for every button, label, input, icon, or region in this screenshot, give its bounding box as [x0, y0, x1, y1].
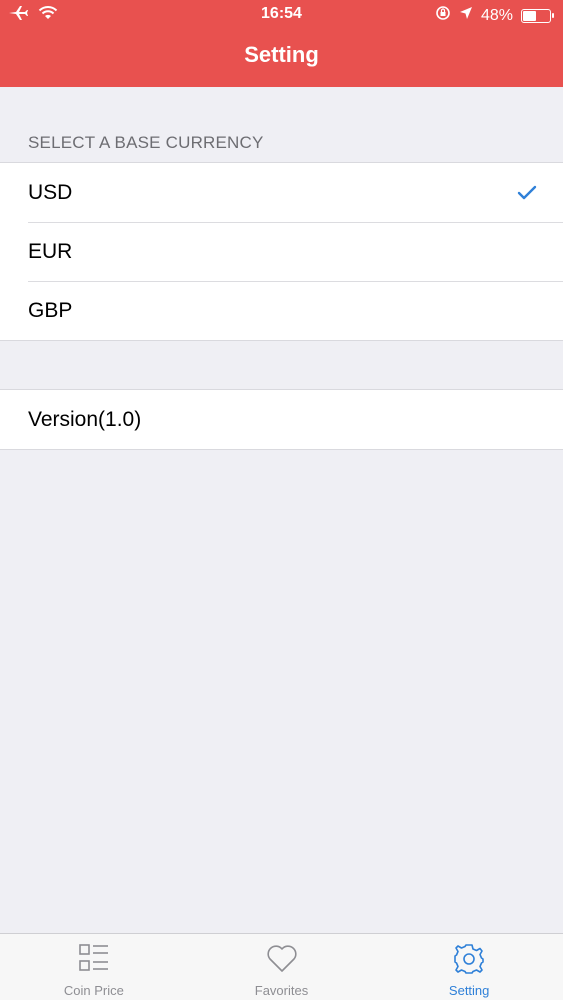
tab-label: Setting: [448, 983, 490, 998]
currency-label: GBP: [28, 298, 73, 322]
currency-option-eur[interactable]: EUR: [0, 222, 563, 281]
currency-option-usd[interactable]: USD: [0, 163, 563, 222]
version-row: Version(1.0): [0, 390, 563, 449]
list-grid-icon: [78, 942, 110, 976]
heart-icon: [265, 942, 299, 976]
tab-label: Coin Price: [63, 983, 124, 998]
nav-header: 16:54 48% Setting: [0, 0, 563, 87]
currency-label: EUR: [28, 239, 73, 263]
version-label: Version(1.0): [28, 407, 142, 431]
status-bar: 16:54 48%: [0, 0, 563, 30]
info-list: Version(1.0): [0, 389, 563, 450]
location-arrow-icon: [459, 6, 473, 25]
currency-option-gbp[interactable]: GBP: [0, 281, 563, 340]
page-title: Setting: [244, 42, 319, 67]
battery-percent: 48%: [480, 6, 513, 24]
currency-list: USD EUR GBP: [0, 162, 563, 341]
section-header-currency: SELECT A BASE CURRENCY: [28, 133, 264, 152]
gear-icon: [452, 942, 486, 976]
tab-favorites[interactable]: Favorites: [188, 934, 376, 1000]
battery-icon: [521, 8, 554, 23]
tab-label: Favorites: [254, 983, 309, 998]
checkmark-icon: [517, 183, 537, 207]
battery-fill: [523, 10, 537, 21]
tab-setting[interactable]: Setting: [375, 934, 563, 1000]
tab-bar: Coin Price Favorites Setting: [0, 933, 563, 1000]
currency-label: USD: [28, 180, 73, 204]
orientation-lock-icon: [435, 5, 451, 26]
tab-coin-price[interactable]: Coin Price: [0, 934, 188, 1000]
